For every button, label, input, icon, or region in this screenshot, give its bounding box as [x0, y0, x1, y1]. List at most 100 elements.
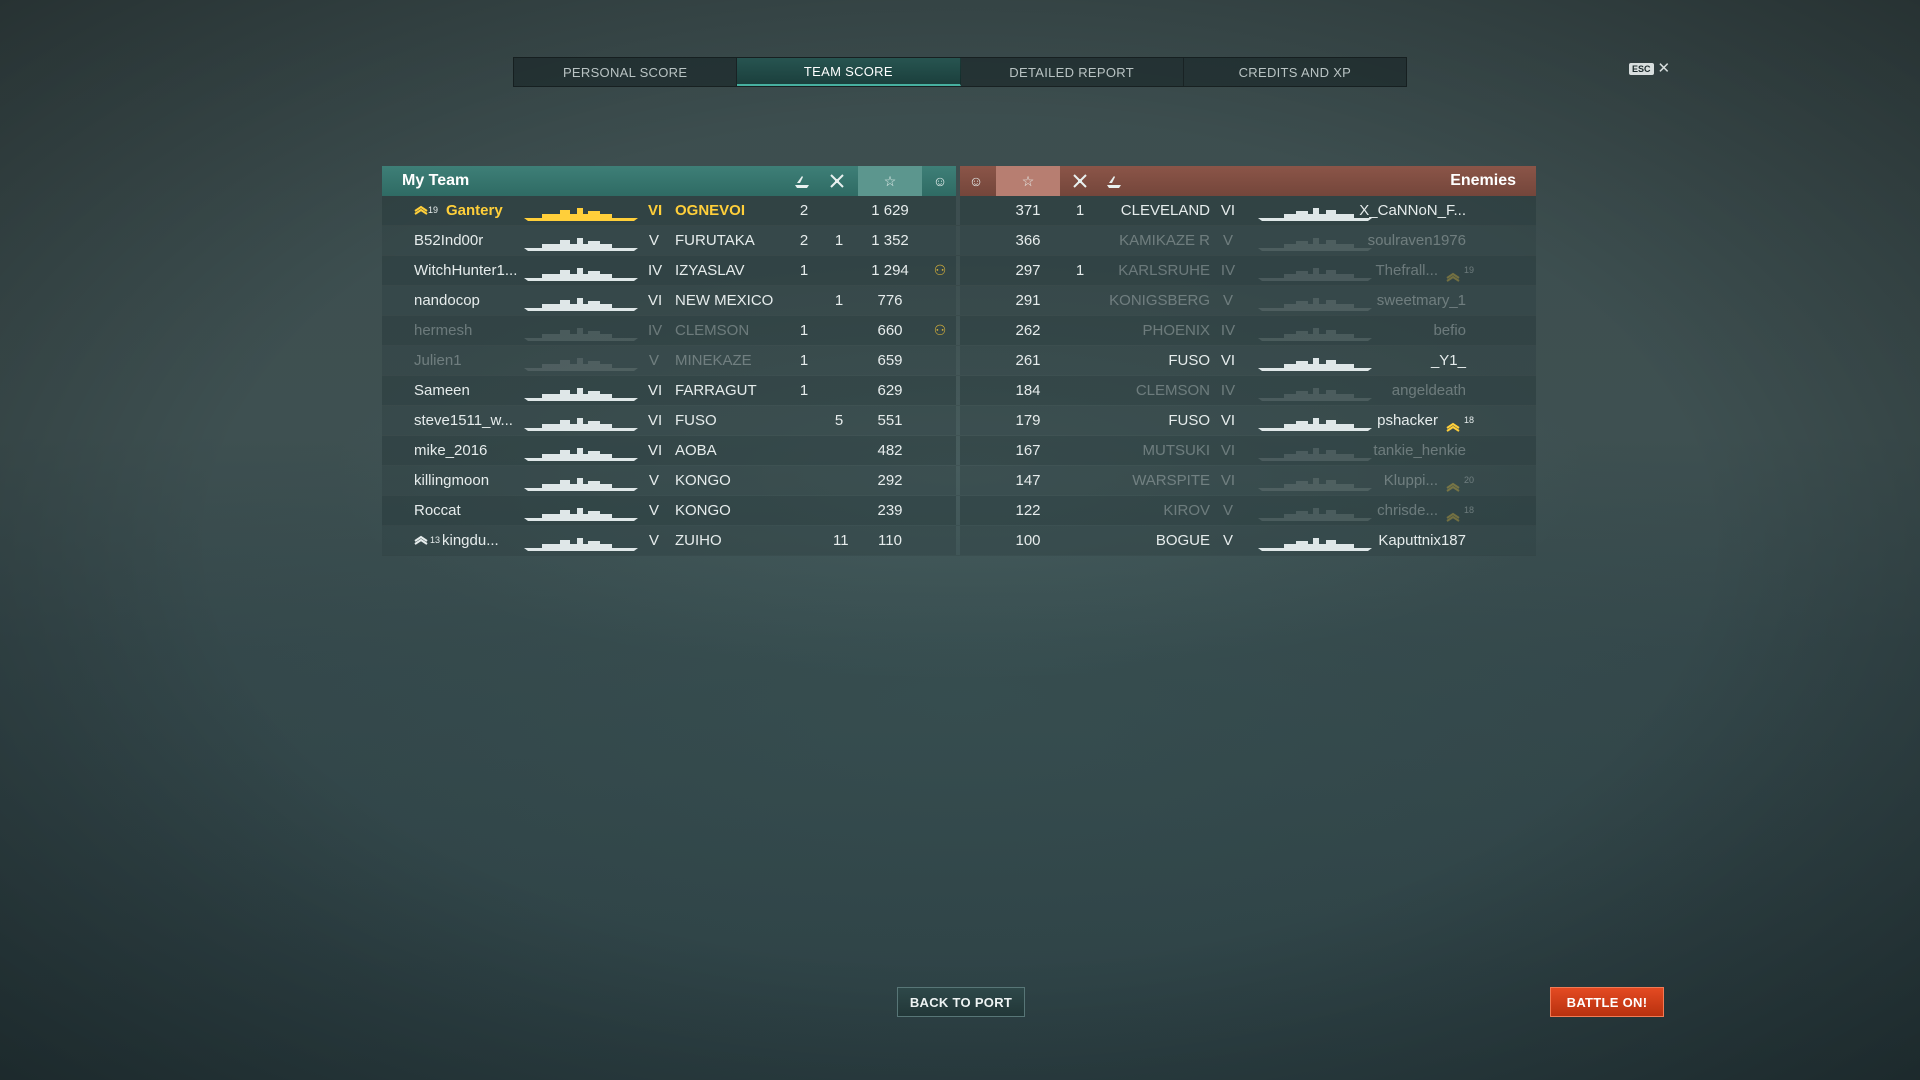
- ships-sunk-count: 1: [799, 382, 809, 399]
- ship-tier: V: [1222, 502, 1233, 519]
- close-button[interactable]: ESC ✕: [1629, 61, 1670, 76]
- ships-sunk-count: [798, 526, 810, 555]
- enemy-player-row[interactable]: 184 CLEMSON IV angeldeath: [960, 376, 1536, 405]
- ship-name: CLEVELAND: [1120, 202, 1210, 219]
- planes-destroyed-count: 11: [833, 532, 849, 549]
- player-rank: 19: [428, 205, 439, 215]
- planes-destroyed-count: [1068, 466, 1092, 495]
- table-header: My Team ☆ ☺ ☺ ☆ Enemies: [382, 166, 1536, 196]
- player-name: _Y1_: [1430, 352, 1466, 369]
- tab-team-score[interactable]: TEAM SCORE: [737, 58, 961, 86]
- tab-credits-and-xp[interactable]: CREDITS AND XP: [1184, 58, 1406, 86]
- ship-tier: IV: [648, 262, 663, 279]
- player-score: 366: [1015, 232, 1041, 249]
- ships-sunk-count: 2: [799, 232, 809, 249]
- enemy-player-row[interactable]: 297 1 KARLSRUHE IV Thefrall... 19: [960, 256, 1536, 285]
- ship-silhouette-icon: [522, 323, 640, 341]
- table-row: hermesh IV CLEMSON 1 660 ⚇ 262 PHOENIX IV befio: [382, 316, 1536, 346]
- ship-silhouette-icon: [522, 443, 640, 461]
- ship-name: AOBA: [675, 442, 717, 459]
- enemy-player-row[interactable]: 167 MUTSUKI VI tankie_henkie: [960, 436, 1536, 465]
- planes-destroyed-count: [833, 256, 845, 285]
- planes-destroyed-count: [833, 346, 845, 375]
- my-team-player-row[interactable]: 19 Gantery VI OGNEVOI 2 1 629: [382, 196, 956, 225]
- my-team-player-row[interactable]: hermesh IV CLEMSON 1 660 ⚇: [382, 316, 956, 345]
- my-team-player-row[interactable]: killingmoon V KONGO 292: [382, 466, 956, 495]
- achievement-badge-icon: [932, 376, 948, 405]
- ship-tier: VI: [648, 202, 663, 219]
- battle-on-button[interactable]: BATTLE ON!: [1550, 987, 1664, 1017]
- player-name: killingmoon: [414, 472, 490, 489]
- ship-tier: V: [648, 352, 659, 369]
- player-name: sweetmary_1: [1376, 292, 1466, 309]
- ship-name: MINEKAZE: [675, 352, 752, 369]
- tab-detailed-report[interactable]: DETAILED REPORT: [961, 58, 1184, 86]
- ship-name: KONGO: [675, 502, 731, 519]
- my-team-player-row[interactable]: B52Ind00r V FURUTAKA 2 1 1 352: [382, 226, 956, 255]
- rank-icon: [1446, 473, 1462, 492]
- player-name: steve1511_w...: [414, 412, 513, 429]
- player-score: 291: [1015, 292, 1041, 309]
- my-team-player-row[interactable]: WitchHunter1... IV IZYASLAV 1 1 294 ⚇: [382, 256, 956, 285]
- ship-tier: VI: [648, 412, 663, 429]
- my-team-player-row[interactable]: nandocop VI NEW MEXICO 1 776: [382, 286, 956, 315]
- ship-silhouette-icon: [522, 533, 640, 551]
- player-name: soulraven1976: [1367, 232, 1466, 249]
- enemy-player-row[interactable]: 122 KIROV Vchrisde... 18: [960, 496, 1536, 525]
- ships-sunk-count: [798, 496, 810, 525]
- esc-key-label: ESC: [1629, 63, 1654, 75]
- ship-name: CLEMSON: [675, 322, 750, 339]
- my-team-player-row[interactable]: mike_2016 VI AOBA 482: [382, 436, 956, 465]
- ship-name: KIROV: [1163, 502, 1210, 519]
- enemy-player-row[interactable]: 261 FUSO VI _Y1_: [960, 346, 1536, 375]
- table-row: 13 kingdu... V ZUIHO 11 110 100 BOGUE V Kaputtnix…: [382, 526, 1536, 556]
- player-name: hermesh: [414, 322, 473, 339]
- my-team-player-row[interactable]: 13 kingdu... V ZUIHO 11 110: [382, 526, 956, 555]
- ship-name: KONIGSBERG: [1109, 292, 1210, 309]
- enemy-player-row[interactable]: 179 FUSO VI pshacker 18: [960, 406, 1536, 435]
- my-team-player-row[interactable]: Sameen VI FARRAGUT 1 629: [382, 376, 956, 405]
- player-name: chrisde...: [1377, 502, 1438, 519]
- planes-destroyed-count: 1: [834, 292, 844, 309]
- player-score: 482: [877, 442, 903, 459]
- player-name: Kluppi...: [1383, 472, 1438, 489]
- player-name: X_CaNNoN_F...: [1359, 202, 1466, 219]
- enemies-header: ☺ ☆ Enemies: [960, 166, 1536, 196]
- ship-tier: VI: [1220, 472, 1236, 489]
- achievement-badge-icon: [932, 526, 948, 555]
- ship-tier: VI: [1220, 352, 1236, 369]
- enemy-player-row[interactable]: 366 KAMIKAZE R Vsoulraven1976: [960, 226, 1536, 255]
- player-score: 239: [877, 502, 903, 519]
- ship-tier: VI: [648, 292, 663, 309]
- my-team-player-row[interactable]: Julien1 V MINEKAZE 1 659: [382, 346, 956, 375]
- back-to-port-button[interactable]: BACK TO PORT: [897, 987, 1025, 1017]
- player-name: WitchHunter1...: [414, 262, 518, 279]
- my-team-player-row[interactable]: steve1511_w... VI FUSO 5 551: [382, 406, 956, 435]
- player-name: Kaputtnix187: [1378, 532, 1466, 549]
- player-score: 371: [1015, 202, 1041, 219]
- ship-silhouette-icon: [522, 413, 640, 431]
- my-team-player-row[interactable]: Roccat V KONGO 239: [382, 496, 956, 525]
- player-name: Thefrall...: [1375, 262, 1438, 279]
- table-row: Roccat V KONGO 239 122 KIROV Vchrisde... 18: [382, 496, 1536, 526]
- enemy-player-row[interactable]: 291 KONIGSBERG Vsweetmary_1: [960, 286, 1536, 315]
- ships-sunk-count: [798, 406, 810, 435]
- my-team-header: My Team ☆ ☺: [382, 166, 956, 196]
- planes-destroyed-count: 1: [1075, 202, 1085, 219]
- ships-sunk-count: [798, 436, 810, 465]
- ship-name: OGNEVOI: [675, 202, 746, 219]
- ship-tier: IV: [648, 322, 663, 339]
- ship-tier: IV: [1220, 262, 1236, 279]
- tab-personal-score[interactable]: PERSONAL SCORE: [514, 58, 738, 86]
- player-score: 1 294: [871, 262, 909, 279]
- enemy-player-row[interactable]: 147 WARSPITE VI Kluppi... 20: [960, 466, 1536, 495]
- ship-tier: VI: [1220, 202, 1236, 219]
- enemy-player-row[interactable]: 262 PHOENIX IV befio: [960, 316, 1536, 345]
- enemy-player-row[interactable]: 100 BOGUE V Kaputtnix187: [960, 526, 1536, 555]
- enemy-player-row[interactable]: 371 1 CLEVELAND VI X_CaNNoN_F...: [960, 196, 1536, 225]
- planes-destroyed-count: [1068, 376, 1092, 405]
- ship-name: KARLSRUHE: [1118, 262, 1210, 279]
- ships-sunk-count: 1: [799, 262, 809, 279]
- rank-icon: [1446, 413, 1462, 432]
- planes-destroyed-count: [1068, 436, 1092, 465]
